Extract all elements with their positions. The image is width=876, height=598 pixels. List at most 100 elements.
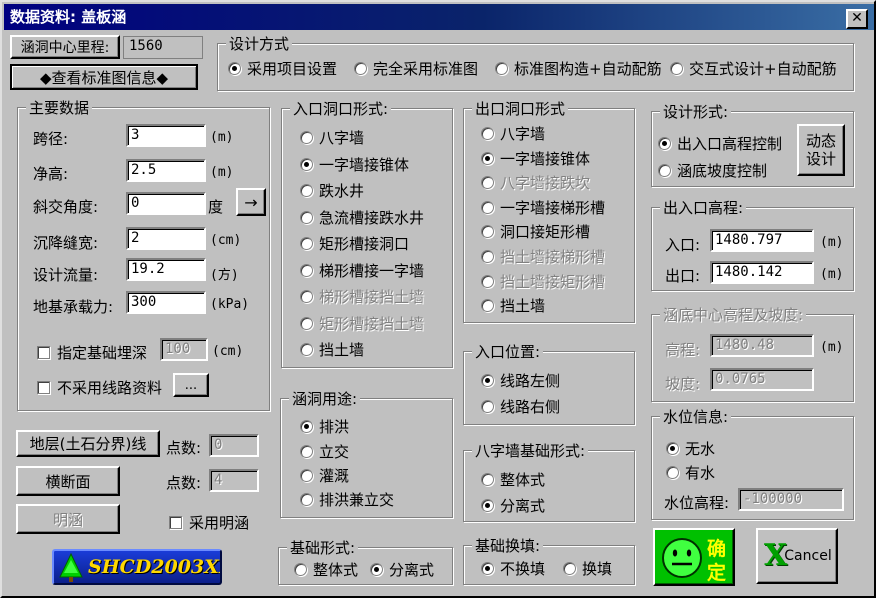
- radio-label: 矩形槽接洞口: [319, 235, 410, 253]
- dynamic-design-label-2: 设计: [805, 150, 836, 168]
- inlet-form-option-1[interactable]: 八字墙: [300, 127, 364, 148]
- route-data-browse-button[interactable]: ...: [173, 373, 209, 397]
- cancel-label: Cancel: [784, 548, 832, 564]
- center-slope-input[interactable]: 0.0765: [710, 368, 814, 391]
- usage-option-flood[interactable]: 排洪: [300, 416, 349, 437]
- inlet-form-option-2[interactable]: 一字墙接锥体: [300, 154, 409, 175]
- height-label: 净高:: [33, 165, 69, 183]
- foundation-depth-input[interactable]: 100: [160, 338, 208, 361]
- outlet-form-option-8[interactable]: 挡土墙: [481, 295, 545, 316]
- radio-label: 分离式: [389, 561, 435, 579]
- open-culvert-button[interactable]: 明涵: [16, 504, 120, 534]
- culvert-usage-title: 涵洞用途:: [289, 388, 361, 409]
- radio-label: 挡土墙: [319, 341, 365, 359]
- center-elevation-input[interactable]: 1480.48: [710, 334, 814, 357]
- close-button[interactable]: ✕: [846, 9, 868, 29]
- inlet-form-option-6[interactable]: 梯形槽接一字墙: [300, 260, 424, 281]
- radio-label: 跌水井: [319, 182, 365, 200]
- inlet-form-option-4[interactable]: 急流槽接跌水井: [300, 207, 424, 228]
- view-standard-drawing-button[interactable]: ◆查看标准图信息◆: [10, 64, 198, 90]
- design-method-option-project[interactable]: 采用项目设置: [228, 58, 337, 79]
- gap-label: 沉降缝宽:: [33, 234, 99, 252]
- cancel-button[interactable]: X Cancel: [756, 528, 838, 584]
- radio-indicator: [481, 151, 494, 165]
- strata-points-field: 0: [209, 434, 259, 457]
- inlet-form-option-7[interactable]: 梯形槽接挡土墙: [300, 286, 424, 307]
- base-replacement-yes[interactable]: 换填: [563, 558, 612, 579]
- inlet-elevation-input[interactable]: 1480.797: [710, 229, 814, 252]
- outlet-form-option-6[interactable]: 挡土墙接梯形槽: [481, 246, 605, 267]
- inlet-form-option-8[interactable]: 矩形槽接挡土墙: [300, 313, 424, 334]
- radio-indicator: [300, 493, 313, 506]
- ok-button[interactable]: 确 定: [653, 528, 735, 586]
- design-form-option-slope[interactable]: 涵底坡度控制: [658, 160, 767, 181]
- height-unit: (m): [210, 165, 234, 180]
- gap-input[interactable]: 2: [126, 227, 206, 250]
- title-bar[interactable]: 数据资料: 盖板涵 ✕: [4, 4, 874, 30]
- dynamic-design-button[interactable]: 动态 设计: [797, 124, 845, 176]
- base-replacement-none[interactable]: 不换填: [481, 558, 545, 579]
- outlet-elevation-input[interactable]: 1480.142: [710, 261, 814, 284]
- inlet-position-right[interactable]: 线路右侧: [481, 396, 560, 417]
- use-open-culvert-checkbox[interactable]: 采用明涵: [169, 512, 249, 533]
- design-method-option-standard[interactable]: 完全采用标准图: [354, 58, 478, 79]
- foundation-option-integral[interactable]: 整体式: [294, 559, 358, 580]
- inlet-form-option-5[interactable]: 矩形槽接洞口: [300, 233, 409, 254]
- outlet-form-option-2[interactable]: 一字墙接锥体: [481, 148, 590, 169]
- inlet-elevation-label: 入口:: [665, 236, 701, 254]
- main-data-title: 主要数据: [26, 97, 93, 118]
- skew-arrow-button[interactable]: →: [236, 188, 266, 216]
- water-option-none[interactable]: 无水: [666, 438, 715, 459]
- outlet-form-option-7[interactable]: 挡土墙接矩形槽: [481, 271, 605, 292]
- span-label: 跨径:: [33, 130, 69, 148]
- design-method-option-interactive[interactable]: 交互式设计+自动配筋: [670, 58, 837, 79]
- radio-indicator: [294, 563, 307, 576]
- outlet-form-option-1[interactable]: 八字墙: [481, 123, 545, 144]
- dynamic-design-label-1: 动态: [805, 132, 836, 150]
- outlet-elevation-label: 出口:: [665, 267, 701, 285]
- radio-label: 分离式: [500, 497, 546, 515]
- radio-indicator: [300, 184, 313, 197]
- outlet-form-option-4[interactable]: 一字墙接梯形槽: [481, 197, 605, 218]
- flow-input[interactable]: 19.2: [126, 258, 206, 281]
- usage-option-overpass[interactable]: 立交: [300, 441, 349, 462]
- foundation-depth-unit: (cm): [212, 344, 244, 359]
- skew-input[interactable]: 0: [126, 192, 206, 215]
- cross-section-button[interactable]: 横断面: [16, 466, 120, 496]
- radio-label: 梯形槽接挡土墙: [319, 288, 425, 306]
- water-option-yes[interactable]: 有水: [666, 462, 715, 483]
- inlet-position-left[interactable]: 线路左侧: [481, 370, 560, 391]
- mileage-field[interactable]: 1560: [123, 36, 203, 59]
- design-method-option-std-auto[interactable]: 标准图构造+自动配筋: [495, 58, 662, 79]
- section-points-field: 4: [209, 469, 259, 492]
- water-level-title: 水位信息:: [660, 406, 732, 427]
- radio-indicator: [563, 562, 576, 575]
- wing-base-option-separate[interactable]: 分离式: [481, 495, 545, 516]
- foundation-option-separate[interactable]: 分离式: [370, 559, 434, 580]
- foundation-depth-checkbox[interactable]: 指定基础埋深: [37, 342, 147, 363]
- strata-line-button[interactable]: 地层(土石分界)线: [16, 430, 160, 457]
- inlet-form-option-9[interactable]: 挡土墙: [300, 339, 364, 360]
- water-level-input[interactable]: -100000: [738, 488, 844, 511]
- no-route-data-checkbox[interactable]: 不采用线路资料: [37, 377, 162, 398]
- mileage-label-button[interactable]: 涵洞中心里程:: [10, 35, 120, 59]
- height-input[interactable]: 2.5: [126, 159, 206, 182]
- radio-indicator: [481, 400, 494, 413]
- outlet-form-option-5[interactable]: 洞口接矩形槽: [481, 221, 590, 242]
- usage-option-flood-overpass[interactable]: 排洪兼立交: [300, 489, 394, 510]
- usage-option-irrigation[interactable]: 灌溉: [300, 465, 349, 486]
- radio-label: 完全采用标准图: [373, 60, 479, 78]
- inlet-position-title: 入口位置:: [472, 341, 544, 362]
- span-input[interactable]: 3: [126, 124, 206, 147]
- design-form-option-elevation[interactable]: 出入口高程控制: [658, 133, 782, 154]
- bearing-unit: (kPa): [210, 297, 250, 312]
- radio-indicator: [300, 316, 313, 330]
- outlet-form-option-3[interactable]: 八字墙接跌坎: [481, 172, 590, 193]
- inlet-form-option-3[interactable]: 跌水井: [300, 180, 364, 201]
- radio-label: 整体式: [500, 471, 546, 489]
- radio-label: 挡土墙接矩形槽: [500, 272, 606, 291]
- radio-indicator: [481, 374, 494, 387]
- wing-base-option-integral[interactable]: 整体式: [481, 469, 545, 490]
- radio-label: 线路右侧: [500, 398, 561, 416]
- bearing-input[interactable]: 300: [126, 291, 206, 314]
